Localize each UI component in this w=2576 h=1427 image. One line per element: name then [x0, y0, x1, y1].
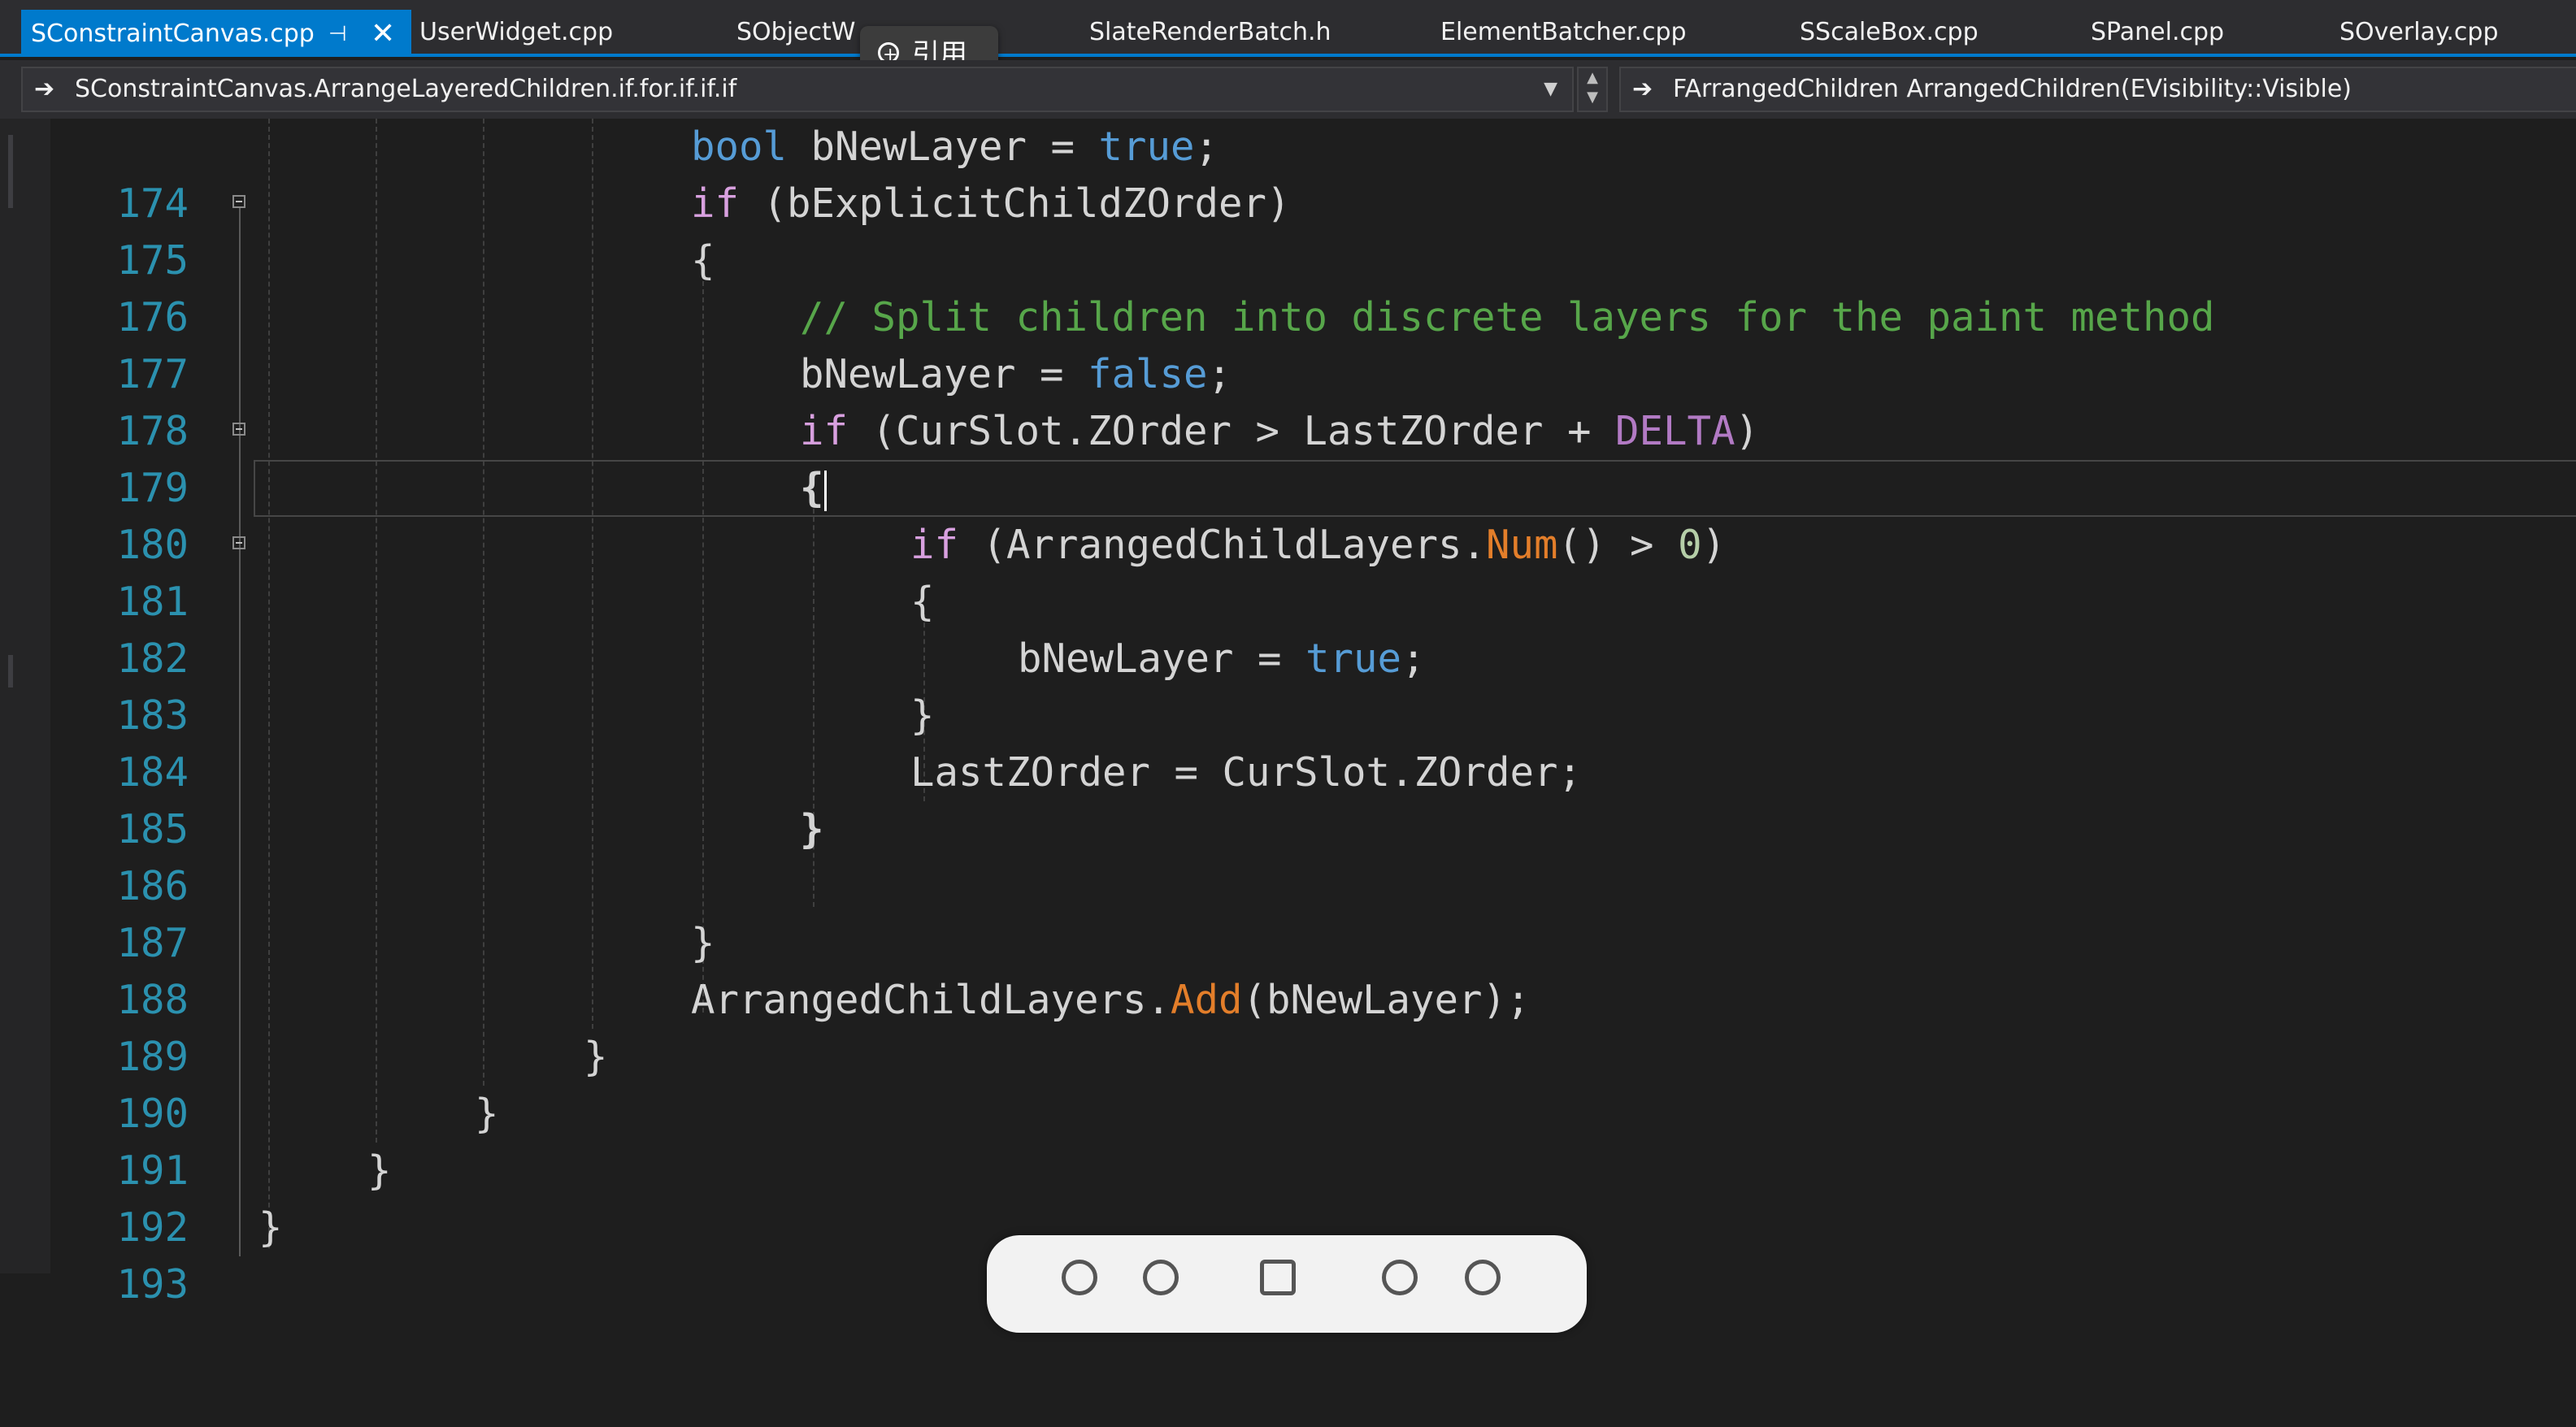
code-text: }	[910, 692, 935, 739]
code-line-current: 180 {	[0, 460, 2576, 568]
code-line: 185 LastZOrder = CurSlot.ZOrder;	[0, 744, 2576, 852]
code-text: bNewLayer = true;	[1018, 635, 1426, 682]
code-text: bNewLayer = false;	[800, 351, 1232, 397]
tab-soverlay-cpp[interactable]: SOverlay.cpp	[2339, 8, 2499, 55]
code-text: ArrangedChildLayers.Add(bNewLayer);	[691, 977, 1531, 1023]
code-text: }	[475, 1091, 499, 1137]
tab-sobjectwidget[interactable]: SObjectW	[736, 8, 855, 55]
code-line: 175 if (bExplicitChildZOrder)	[0, 176, 2576, 284]
pin-icon[interactable]: ⊣	[328, 10, 347, 59]
collapse-icon[interactable]	[232, 536, 245, 549]
code-line: 176 {	[0, 232, 2576, 340]
code-line: 182 {	[0, 574, 2576, 682]
code-text: {	[910, 579, 935, 625]
fit-screen-icon[interactable]	[1260, 1260, 1296, 1295]
code-text: if (ArrangedChildLayers.Num() > 0)	[910, 522, 1727, 568]
tab-userwidget-cpp[interactable]: UserWidget.cpp	[419, 8, 613, 55]
code-text: {	[800, 460, 827, 517]
tab-label: SPanel.cpp	[2091, 18, 2225, 46]
code-line: 192 }	[0, 1143, 2576, 1251]
line-number: 193	[116, 1261, 189, 1308]
member-dropdown[interactable]: ➔ FArrangedChildren ArrangedChildren(EVi…	[1619, 67, 2576, 112]
code-text: if (bExplicitChildZOrder)	[691, 180, 1291, 227]
code-line: 184 }	[0, 687, 2576, 796]
scope-dropdown[interactable]: ➔ SConstraintCanvas.ArrangeLayeredChildr…	[21, 67, 1574, 112]
tab-label: SScaleBox.cpp	[1800, 18, 1979, 46]
code-text: LastZOrder = CurSlot.ZOrder;	[910, 749, 1583, 796]
scope-spinner[interactable]: ▲ ▼	[1577, 67, 1608, 112]
rotate-right-icon[interactable]	[1465, 1260, 1501, 1295]
code-line: 177 // Split children into discrete laye…	[0, 289, 2576, 397]
code-text: bool bNewLayer = true;	[691, 124, 1219, 170]
tab-label: SConstraintCanvas.cpp	[31, 20, 315, 48]
tab-slaterenderbatch-h[interactable]: SlateRenderBatch.h	[1089, 8, 1331, 55]
chevron-down-icon[interactable]: ▼	[1544, 68, 1557, 111]
code-line: 187	[0, 858, 2576, 966]
member-text: FArrangedChildren ArrangedChildren(EVisi…	[1673, 75, 2352, 103]
tab-label: SObjectW	[736, 18, 856, 46]
code-text: }	[258, 1204, 283, 1251]
code-line: 186 }	[0, 801, 2576, 909]
code-line: 179 if (CurSlot.ZOrder > LastZOrder + DE…	[0, 403, 2576, 511]
tab-label: SOverlay.cpp	[2339, 18, 2499, 46]
arrow-right-icon: ➔	[34, 75, 55, 103]
arrow-right-icon: ➔	[1632, 75, 1653, 103]
tab-label: ElementBatcher.cpp	[1440, 18, 1687, 46]
code-line: 191 }	[0, 1086, 2576, 1194]
code-line: 189 ArrangedChildLayers.Add(bNewLayer);	[0, 972, 2576, 1080]
collapse-icon[interactable]	[232, 195, 245, 208]
scope-text: SConstraintCanvas.ArrangeLayeredChildren…	[75, 75, 737, 103]
code-text: }	[800, 806, 824, 852]
code-line: 183 bNewLayer = true;	[0, 631, 2576, 739]
close-icon[interactable]: ✕	[371, 10, 395, 59]
tab-label: SlateRenderBatch.h	[1089, 18, 1331, 46]
code-text: }	[584, 1034, 608, 1080]
code-line: 174 bool bNewLayer = true;	[0, 119, 2576, 227]
code-text: if (CurSlot.ZOrder > LastZOrder + DELTA)	[800, 408, 1760, 454]
tab-spanel-cpp[interactable]: SPanel.cpp	[2091, 8, 2224, 55]
code-line: 181 if (ArrangedChildLayers.Num() > 0)	[0, 517, 2576, 625]
code-text: {	[691, 237, 715, 284]
arrow-down-icon[interactable]: ▼	[1579, 88, 1606, 107]
floating-viewer-toolbar	[987, 1235, 1587, 1333]
rotate-left-icon[interactable]	[1382, 1260, 1418, 1295]
tab-sscalebox-cpp[interactable]: SScaleBox.cpp	[1800, 8, 1979, 55]
zoom-in-icon[interactable]	[1062, 1260, 1097, 1295]
code-text: }	[367, 1147, 392, 1194]
text-cursor	[823, 470, 827, 511]
tab-sconstraintcanvas-cpp[interactable]: SConstraintCanvas.cpp ⊣ ✕	[21, 10, 411, 57]
code-text: }	[691, 920, 715, 966]
document-tab-strip: SConstraintCanvas.cpp ⊣ ✕ UserWidget.cpp…	[0, 0, 2576, 57]
code-comment: // Split children into discrete layers f…	[800, 294, 2215, 340]
tab-label: UserWidget.cpp	[419, 18, 614, 46]
code-editor[interactable]: 174 bool bNewLayer = true; 175 if (bExpl…	[0, 119, 2576, 1308]
arrow-up-icon[interactable]: ▲	[1579, 68, 1606, 88]
navigation-bar: ➔ SConstraintCanvas.ArrangeLayeredChildr…	[0, 60, 2576, 119]
code-line: 190 }	[0, 1029, 2576, 1137]
zoom-out-icon[interactable]	[1143, 1260, 1179, 1295]
code-line: 188 }	[0, 915, 2576, 1023]
tab-elementbatcher-cpp[interactable]: ElementBatcher.cpp	[1440, 8, 1687, 55]
collapse-icon[interactable]	[232, 423, 245, 436]
code-line: 178 bNewLayer = false;	[0, 346, 2576, 454]
